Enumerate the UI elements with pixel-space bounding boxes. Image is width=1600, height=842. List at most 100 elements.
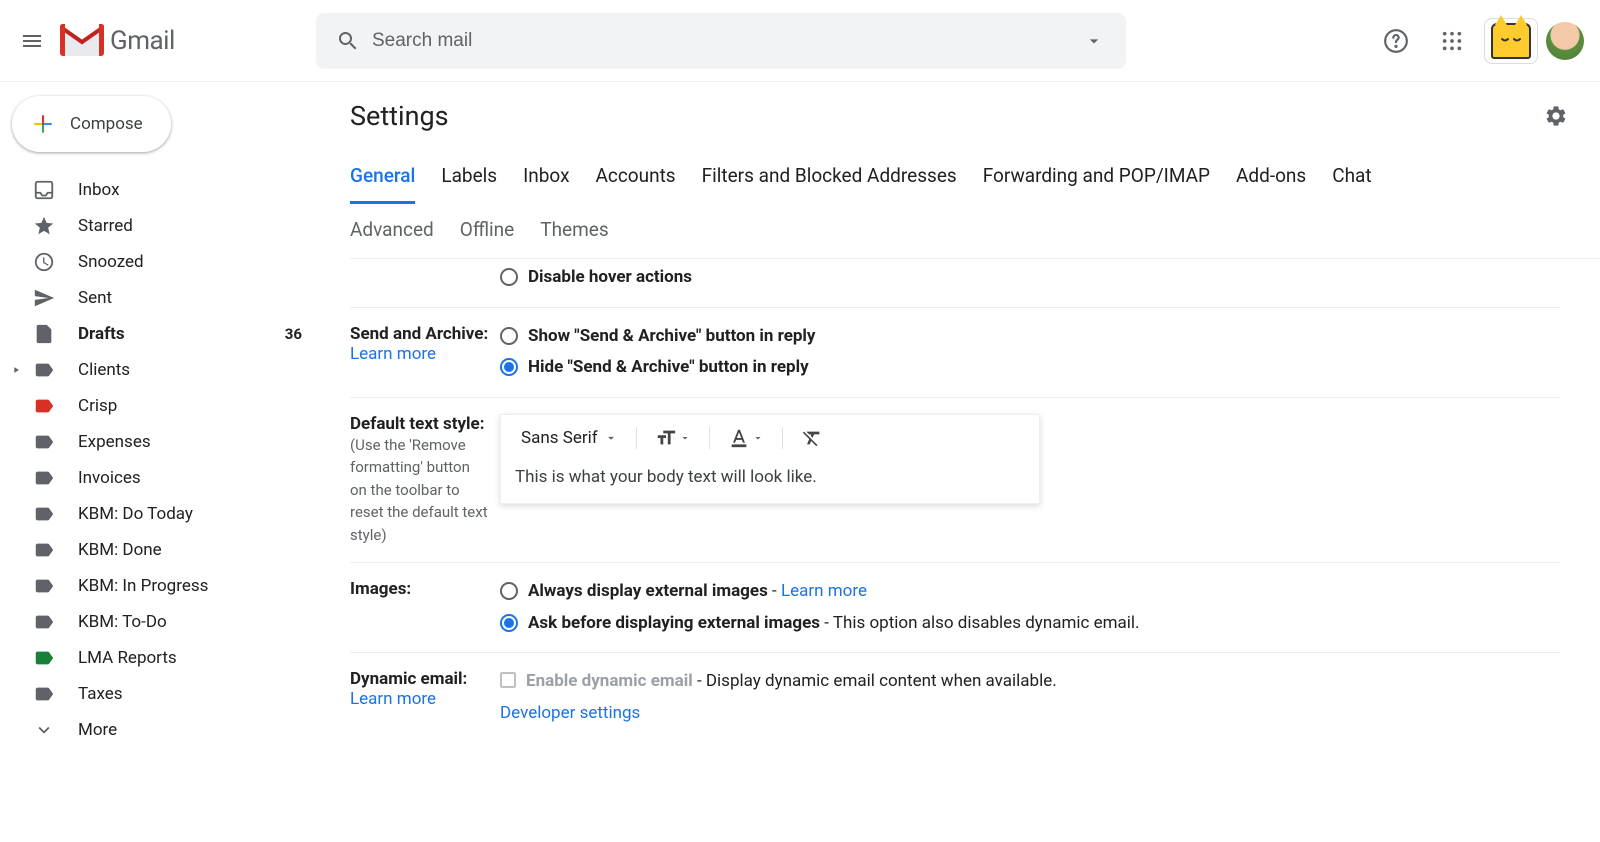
developer-settings-link[interactable]: Developer settings <box>500 701 640 727</box>
nav-label: KBM: Done <box>78 540 302 560</box>
sidebar-item-kbm-do-today[interactable]: KBM: Do Today <box>0 496 320 532</box>
compose-button[interactable]: Compose <box>12 96 171 152</box>
tab-offline[interactable]: Offline <box>460 208 514 256</box>
support-button[interactable] <box>1372 17 1420 65</box>
tab-forwarding-and-pop-imap[interactable]: Forwarding and POP/IMAP <box>983 154 1210 204</box>
hamburger-icon <box>20 29 44 53</box>
search-icon <box>336 29 360 53</box>
tag-icon <box>32 358 56 382</box>
learn-more-link[interactable]: Learn more <box>781 581 867 601</box>
sidebar-item-snoozed[interactable]: Snoozed <box>0 244 320 280</box>
text-size-icon <box>655 427 677 449</box>
search-input[interactable] <box>372 30 1070 52</box>
nav-label: KBM: In Progress <box>78 576 302 596</box>
nav-label: KBM: To-Do <box>78 612 302 632</box>
checkbox-enable-dynamic-email[interactable] <box>500 672 516 688</box>
tag-icon <box>32 538 56 562</box>
setting-label: Images: <box>350 579 411 599</box>
tag-icon <box>32 430 56 454</box>
account-avatar[interactable] <box>1546 22 1584 60</box>
tab-add-ons[interactable]: Add-ons <box>1236 154 1306 204</box>
app-body: Compose InboxStarredSnoozedSentDrafts36C… <box>0 82 1600 842</box>
nav-label: Snoozed <box>78 252 302 272</box>
sidebar-item-invoices[interactable]: Invoices <box>0 460 320 496</box>
sidebar-item-starred[interactable]: Starred <box>0 208 320 244</box>
tag-red-icon <box>32 394 56 418</box>
text-style-editor: Sans Serif <box>500 414 1040 504</box>
inbox-icon <box>32 178 56 202</box>
separator <box>709 427 710 449</box>
radio-disable-hover[interactable] <box>500 268 518 286</box>
more-icon <box>32 718 56 742</box>
sidebar-item-kbm-done[interactable]: KBM: Done <box>0 532 320 568</box>
tab-accounts[interactable]: Accounts <box>596 154 676 204</box>
tag-icon <box>32 466 56 490</box>
nav-label: Sent <box>78 288 302 308</box>
apps-grid-icon <box>1441 30 1463 52</box>
page-title: Settings <box>350 100 449 132</box>
tab-advanced[interactable]: Advanced <box>350 208 434 256</box>
sidebar-item-kbm-to-do[interactable]: KBM: To-Do <box>0 604 320 640</box>
option-label: Show "Send & Archive" button in reply <box>528 324 816 350</box>
nav-label: Starred <box>78 216 302 236</box>
tab-labels[interactable]: Labels <box>441 154 497 204</box>
sidebar-item-inbox[interactable]: Inbox <box>0 172 320 208</box>
sidebar-item-lma-reports[interactable]: LMA Reports <box>0 640 320 676</box>
sidebar-item-drafts[interactable]: Drafts36 <box>0 316 320 352</box>
sidebar-item-expenses[interactable]: Expenses <box>0 424 320 460</box>
help-icon <box>1383 28 1409 54</box>
tag-icon <box>32 610 56 634</box>
tab-chat[interactable]: Chat <box>1332 154 1371 204</box>
extension-badge[interactable] <box>1484 18 1538 64</box>
radio-ask-before-images[interactable] <box>500 614 518 632</box>
sidebar-item-more[interactable]: More <box>0 712 320 748</box>
settings-gear-button[interactable] <box>1536 96 1576 136</box>
tab-filters-and-blocked-addresses[interactable]: Filters and Blocked Addresses <box>702 154 957 204</box>
search-bar <box>316 13 1126 69</box>
nav-label: Drafts <box>78 324 285 344</box>
tab-inbox[interactable]: Inbox <box>523 154 569 204</box>
setting-label: Send and Archive: <box>350 324 488 344</box>
compose-label: Compose <box>70 114 143 134</box>
search-button[interactable] <box>324 17 372 65</box>
main-menu-button[interactable] <box>8 17 56 65</box>
search-container <box>316 13 1126 69</box>
plus-icon <box>30 111 56 137</box>
tab-themes[interactable]: Themes <box>540 208 608 256</box>
send-icon <box>32 286 56 310</box>
nav-label: More <box>78 720 302 740</box>
sidebar-item-taxes[interactable]: Taxes <box>0 676 320 712</box>
learn-more-link[interactable]: Learn more <box>350 689 436 709</box>
setting-label: Dynamic email: <box>350 669 467 689</box>
tabs-row-1: General Labels Inbox Accounts Filters and Bl… <box>350 154 1600 204</box>
learn-more-link[interactable]: Learn more <box>350 344 436 364</box>
clock-icon <box>32 250 56 274</box>
radio-hide-send-archive[interactable] <box>500 358 518 376</box>
nav-label: Inbox <box>78 180 302 200</box>
radio-always-display-images[interactable] <box>500 582 518 600</box>
gmail-logo[interactable]: Gmail <box>56 24 316 58</box>
font-size-dropdown[interactable] <box>647 423 699 453</box>
remove-formatting-button[interactable] <box>793 423 831 453</box>
tab-general[interactable]: General <box>350 154 415 204</box>
apps-button[interactable] <box>1428 17 1476 65</box>
sidebar-item-sent[interactable]: Sent <box>0 280 320 316</box>
sidebar-item-crisp[interactable]: Crisp <box>0 388 320 424</box>
brand-text: Gmail <box>110 26 175 56</box>
setting-row-dynamic-email: Dynamic email: Learn more Enable dynamic… <box>350 653 1560 742</box>
caret-down-icon <box>679 432 691 444</box>
text-color-dropdown[interactable] <box>720 423 772 453</box>
font-family-dropdown[interactable]: Sans Serif <box>513 424 626 452</box>
sidebar-item-kbm-in-progress[interactable]: KBM: In Progress <box>0 568 320 604</box>
sidebar-item-clients[interactable]: Clients <box>0 352 320 388</box>
settings-panel[interactable]: Disable hover actions Send and Archive: … <box>350 259 1600 842</box>
nav-label: KBM: Do Today <box>78 504 302 524</box>
search-options-button[interactable] <box>1070 17 1118 65</box>
nav-list: Inbox Starred Snoozed Sent Drafts36ClientsCr… <box>0 172 320 748</box>
avatar-image <box>1546 22 1584 60</box>
setting-row-images: Images: Always display external images -… <box>350 563 1560 653</box>
radio-show-send-archive[interactable] <box>500 327 518 345</box>
cat-icon <box>1491 23 1531 59</box>
nav-label: Taxes <box>78 684 302 704</box>
settings-tabs: General Labels Inbox Accounts Filters and Bl… <box>350 136 1600 259</box>
